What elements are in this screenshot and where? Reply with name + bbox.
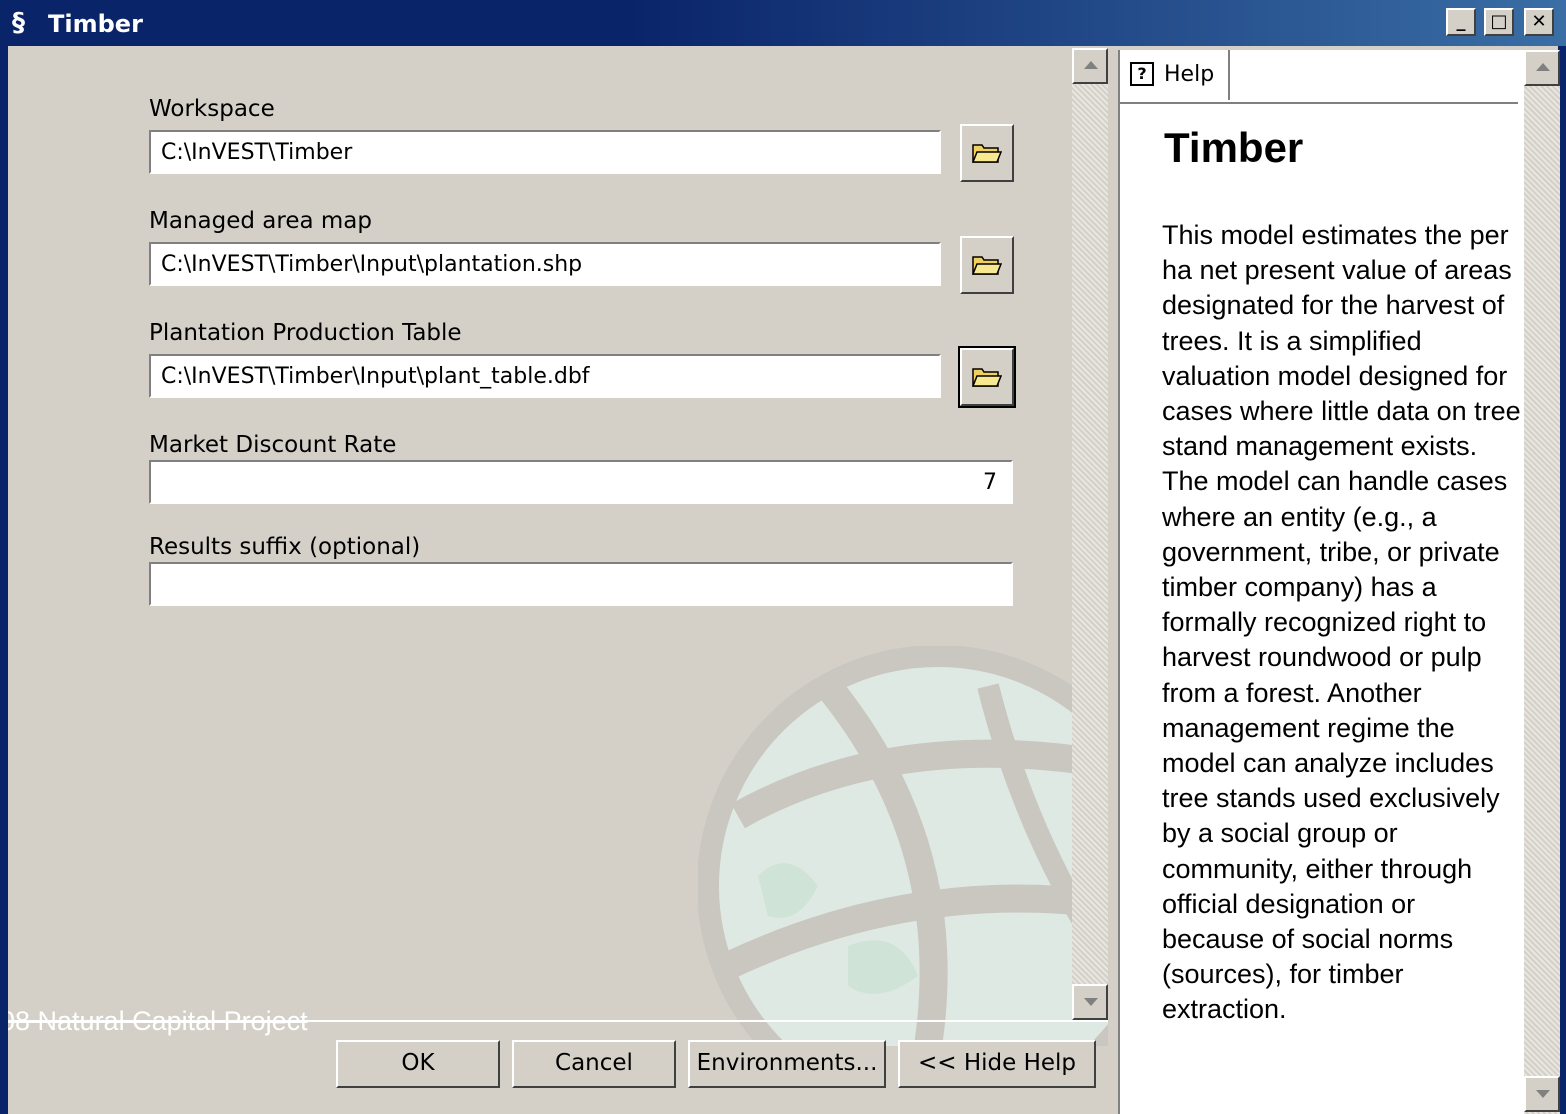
maximize-button[interactable]: □ <box>1484 8 1514 36</box>
help-question-icon: ? <box>1130 62 1154 86</box>
open-folder-icon <box>972 368 1002 387</box>
close-icon: ✕ <box>1531 11 1547 32</box>
copyright-text: 08 Natural Capital Project <box>8 1006 308 1036</box>
title-bar[interactable]: § Timber _ □ ✕ <box>0 0 1566 46</box>
help-scroll-down-button[interactable] <box>1524 1076 1560 1112</box>
results-suffix-input[interactable] <box>151 564 1011 604</box>
discount-rate-field[interactable] <box>149 460 1013 504</box>
help-panel: ? Help Timber This model estimates the p… <box>1118 50 1560 1114</box>
discount-rate-input[interactable] <box>151 462 1011 502</box>
help-header: ? Help <box>1120 50 1518 104</box>
hide-help-button[interactable]: << Hide Help <box>898 1040 1096 1088</box>
maximize-icon: □ <box>1490 11 1508 32</box>
minimize-icon: _ <box>1456 11 1466 32</box>
close-button[interactable]: ✕ <box>1524 8 1554 36</box>
parameters-panel: Workspace Managed area map Plantation Pr… <box>8 46 1108 1114</box>
managed-area-map-field[interactable] <box>149 242 941 286</box>
discount-rate-label: Market Discount Rate <box>149 432 397 458</box>
managed-area-map-browse-button[interactable] <box>960 236 1014 294</box>
parameters-scrollbar[interactable] <box>1072 48 1108 1020</box>
open-folder-icon <box>972 256 1002 275</box>
help-tab-label: Help <box>1164 62 1215 87</box>
managed-area-map-label: Managed area map <box>149 208 372 234</box>
managed-area-map-input[interactable] <box>151 244 939 284</box>
window-title: Timber <box>48 10 143 38</box>
cancel-button[interactable]: Cancel <box>512 1040 676 1088</box>
ok-button[interactable]: OK <box>336 1040 500 1088</box>
production-table-field[interactable] <box>149 354 941 398</box>
help-body: This model estimates the per ha net pres… <box>1162 220 1521 1025</box>
environments-button[interactable]: Environments... <box>688 1040 886 1088</box>
arrow-up-icon <box>1536 63 1550 71</box>
help-title: Timber <box>1164 124 1304 171</box>
globe-watermark <box>698 646 1108 1046</box>
arrow-up-icon <box>1084 61 1098 69</box>
scroll-down-button[interactable] <box>1072 984 1108 1020</box>
help-scroll-up-button[interactable] <box>1524 50 1560 86</box>
workspace-browse-button[interactable] <box>960 124 1014 182</box>
arcgis-icon: § <box>12 8 25 38</box>
help-tab[interactable]: ? Help <box>1120 50 1230 100</box>
workspace-field[interactable] <box>149 130 941 174</box>
dialog-client: Workspace Managed area map Plantation Pr… <box>8 46 1560 1114</box>
open-folder-icon <box>972 144 1002 163</box>
help-scrollbar[interactable] <box>1524 50 1560 1114</box>
arrow-down-icon <box>1536 1090 1550 1098</box>
workspace-label: Workspace <box>149 96 275 122</box>
scroll-up-button[interactable] <box>1072 48 1108 84</box>
workspace-input[interactable] <box>151 132 939 172</box>
minimize-button[interactable]: _ <box>1446 8 1476 36</box>
production-table-input[interactable] <box>151 356 939 396</box>
production-table-label: Plantation Production Table <box>149 320 462 346</box>
results-suffix-label: Results suffix (optional) <box>149 534 421 560</box>
production-table-browse-button[interactable] <box>958 346 1016 408</box>
arrow-down-icon <box>1084 998 1098 1006</box>
results-suffix-field[interactable] <box>149 562 1013 606</box>
